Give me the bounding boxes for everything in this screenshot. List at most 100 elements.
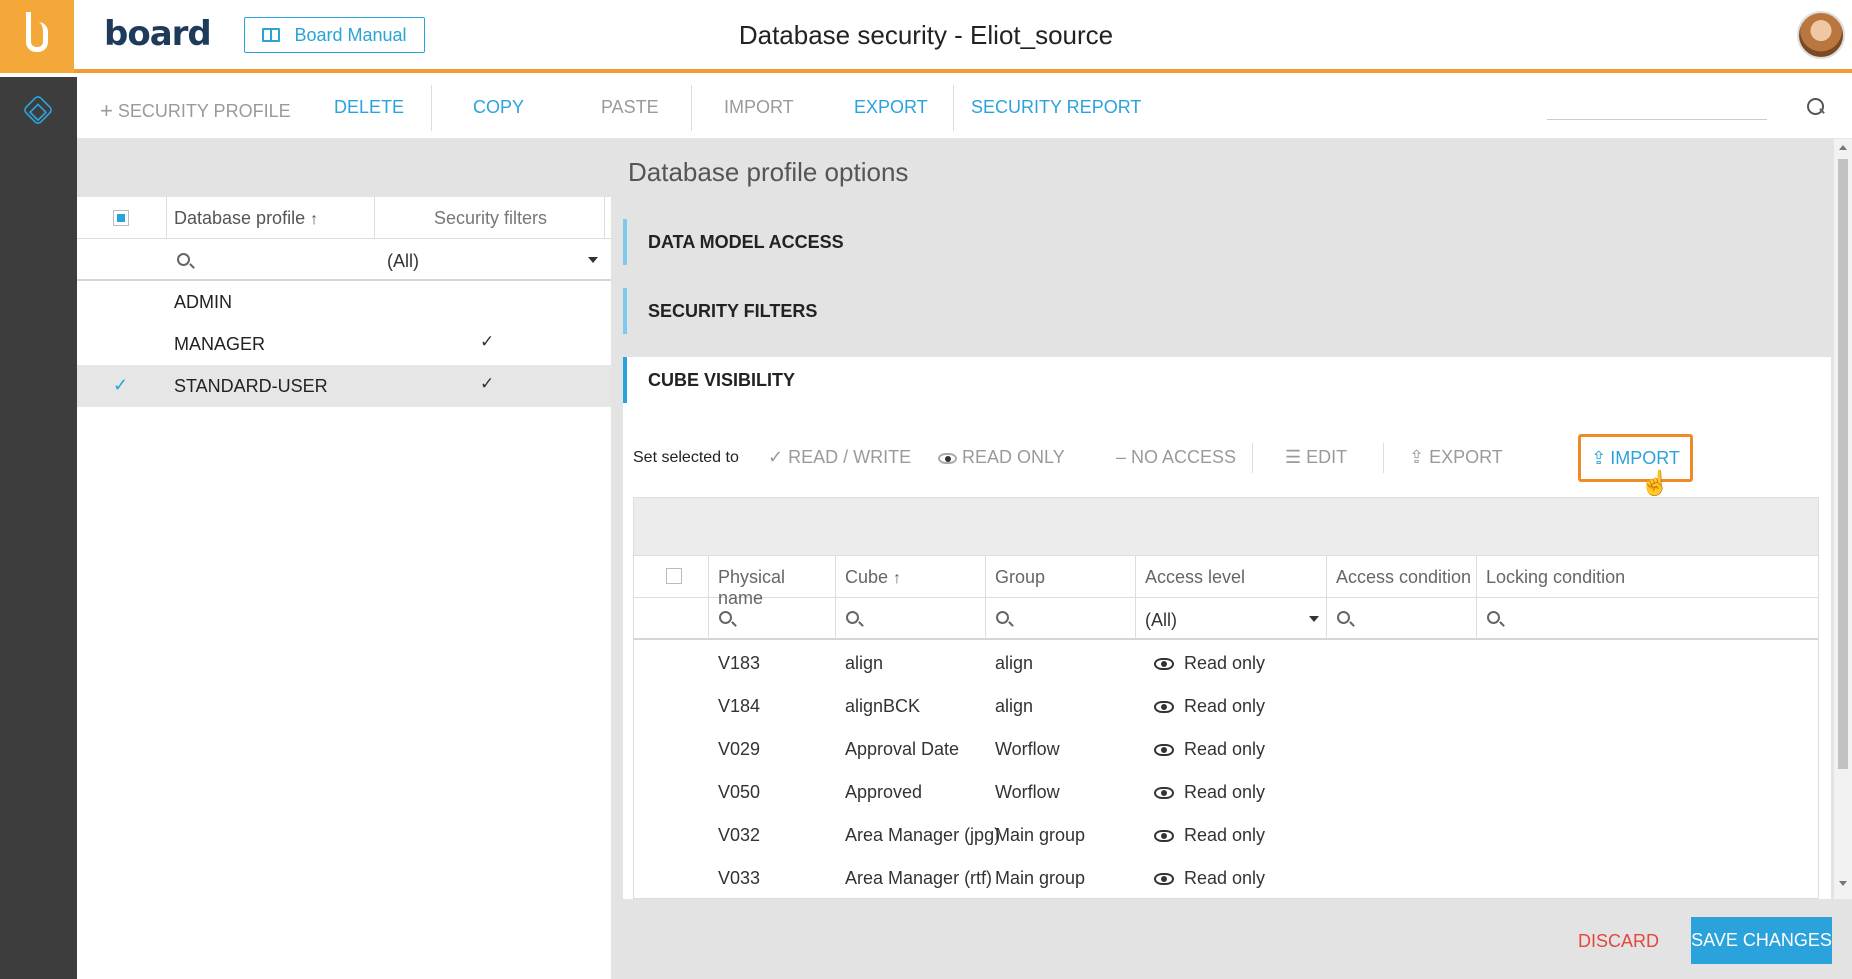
filter-group[interactable] <box>986 598 1136 640</box>
cell-group: Worflow <box>995 782 1060 802</box>
read-write-label: READ / WRITE <box>788 447 912 467</box>
profile-row-standard-user[interactable]: ✓ STANDARD-USER ✓ <box>77 365 611 407</box>
col-access-level[interactable]: Access level <box>1136 556 1327 598</box>
toolbar-search-input[interactable] <box>1547 119 1767 120</box>
col-cube[interactable]: Cube ↑ <box>836 556 986 598</box>
profile-row-admin[interactable]: ADMIN <box>77 281 611 323</box>
search-icon <box>719 611 732 629</box>
board-manual-button[interactable]: Board Manual <box>244 17 425 53</box>
cell-physical-name: V050 <box>718 782 761 802</box>
scroll-thumb[interactable] <box>1838 159 1848 769</box>
profiles-filter-row: (All) <box>77 239 611 281</box>
no-access-button[interactable]: – NO ACCESS <box>1116 447 1236 468</box>
section-data-model-access[interactable]: DATA MODEL ACCESS <box>623 219 1831 265</box>
search-icon <box>846 611 859 629</box>
profile-options-panel: Database profile options DATA MODEL ACCE… <box>611 139 1834 979</box>
filter-physical-name[interactable] <box>709 598 836 640</box>
column-divider <box>166 197 167 239</box>
security-report-button[interactable]: SECURITY REPORT <box>971 97 1141 118</box>
search-icon <box>996 611 1009 629</box>
filter-access-level[interactable]: (All) <box>1136 598 1327 640</box>
section-security-filters[interactable]: SECURITY FILTERS <box>623 288 1831 334</box>
select-all-checkbox[interactable] <box>666 568 682 584</box>
action-divider <box>1383 443 1384 473</box>
table-row[interactable]: V032 Area Manager (jpg) Main group Read … <box>634 814 1818 857</box>
sort-up-icon: ↑ <box>893 570 902 587</box>
panel-title: Database profile options <box>628 157 909 187</box>
discard-button[interactable]: DISCARD <box>1578 931 1659 952</box>
search-icon <box>1337 611 1350 629</box>
copy-button[interactable]: COPY <box>473 97 524 118</box>
cell-physical-name: V033 <box>718 868 761 888</box>
security-filters-select[interactable]: (All) <box>387 251 419 272</box>
import-button[interactable]: ⇪ IMPORT <box>1578 434 1693 482</box>
sliders-icon: ☰ <box>1285 447 1302 467</box>
plus-icon: + <box>100 98 113 123</box>
col-physical-name[interactable]: Physical name <box>709 556 836 608</box>
search-icon[interactable] <box>177 253 190 271</box>
search-icon[interactable] <box>1807 98 1827 118</box>
col-group[interactable]: Group <box>986 556 1136 598</box>
check-icon: ✓ <box>480 332 495 351</box>
board-logo-icon[interactable] <box>0 0 74 73</box>
cell-group: align <box>995 653 1034 673</box>
col-database-profile-label: Database profile <box>174 208 306 228</box>
read-write-button[interactable]: ✓ READ / WRITE <box>768 447 911 468</box>
table-row[interactable]: V033 Area Manager (rtf) Main group Read … <box>634 857 1818 898</box>
delete-button[interactable]: DELETE <box>334 97 404 118</box>
export-button[interactable]: ⇪ EXPORT <box>1409 447 1503 468</box>
read-only-button[interactable]: READ ONLY <box>938 447 1065 468</box>
table-row[interactable]: V183 align align Read only <box>634 642 1818 685</box>
caret-down-icon <box>1309 616 1319 622</box>
edit-button[interactable]: ☰ EDIT <box>1285 447 1347 468</box>
col-label: Access condition <box>1336 567 1472 587</box>
profiles-group-bar <box>77 139 611 197</box>
cube-visibility-body: Set selected to ✓ READ / WRITE READ ONLY… <box>623 403 1831 899</box>
paste-button[interactable]: PASTE <box>601 97 659 118</box>
col-locking-condition[interactable]: Locking condition <box>1477 556 1818 598</box>
save-changes-label: SAVE CHANGES <box>1691 930 1832 950</box>
col-label: Locking condition <box>1486 567 1626 587</box>
select-all-checkbox[interactable] <box>113 210 129 226</box>
profile-name: MANAGER <box>174 334 266 354</box>
export-label: EXPORT <box>1429 447 1503 467</box>
filter-access-condition[interactable] <box>1327 598 1477 640</box>
scroll-up-icon[interactable] <box>1839 145 1847 150</box>
col-database-profile[interactable]: Database profile ↑ <box>174 208 318 229</box>
filter-cube[interactable] <box>836 598 986 640</box>
table-row[interactable]: V029 Approval Date Worflow Read only <box>634 728 1818 771</box>
set-selected-label: Set selected to <box>633 449 739 466</box>
eye-icon <box>1154 830 1174 842</box>
table-row[interactable]: V050 Approved Worflow Read only <box>634 771 1818 814</box>
add-security-profile-button[interactable]: + SECURITY PROFILE <box>100 97 291 123</box>
table-row[interactable]: V184 alignBCK align Read only <box>634 685 1818 728</box>
profiles-panel: Database profile ↑ Security filters (All… <box>77 139 611 979</box>
filter-locking-condition[interactable] <box>1477 598 1818 640</box>
eye-icon <box>1154 701 1174 713</box>
vertical-scrollbar[interactable] <box>1834 139 1852 899</box>
cell-group: Main group <box>995 868 1086 888</box>
cell-cube: Area Manager (jpg) <box>845 825 1001 845</box>
eye-icon <box>938 453 957 464</box>
profile-row-manager[interactable]: MANAGER ✓ <box>77 323 611 365</box>
cell-group: align <box>995 696 1034 716</box>
save-changes-button[interactable]: SAVE CHANGES <box>1691 917 1832 964</box>
scroll-down-icon[interactable] <box>1839 881 1847 886</box>
col-security-filters[interactable]: Security filters <box>434 208 547 229</box>
check-icon: ✓ <box>480 374 495 393</box>
profile-name: ADMIN <box>174 292 232 312</box>
section-cube-visibility[interactable]: CUBE VISIBILITY <box>623 357 1831 403</box>
cell-physical-name: V184 <box>718 696 761 716</box>
check-icon: ✓ <box>768 447 784 467</box>
col-access-condition[interactable]: Access condition <box>1327 556 1477 598</box>
import-toolbar-button[interactable]: IMPORT <box>724 97 794 118</box>
cube-icon[interactable] <box>22 94 54 126</box>
cell-cube: Approved <box>845 782 923 802</box>
caret-down-icon[interactable] <box>588 257 598 263</box>
cube-grid: Physical name Cube ↑ Group Access level … <box>633 497 1819 899</box>
export-toolbar-button[interactable]: EXPORT <box>854 97 928 118</box>
avatar[interactable] <box>1797 11 1845 59</box>
row-selected-check-icon[interactable]: ✓ <box>113 375 128 396</box>
import-label: IMPORT <box>1610 447 1680 468</box>
eye-icon <box>1154 873 1174 885</box>
